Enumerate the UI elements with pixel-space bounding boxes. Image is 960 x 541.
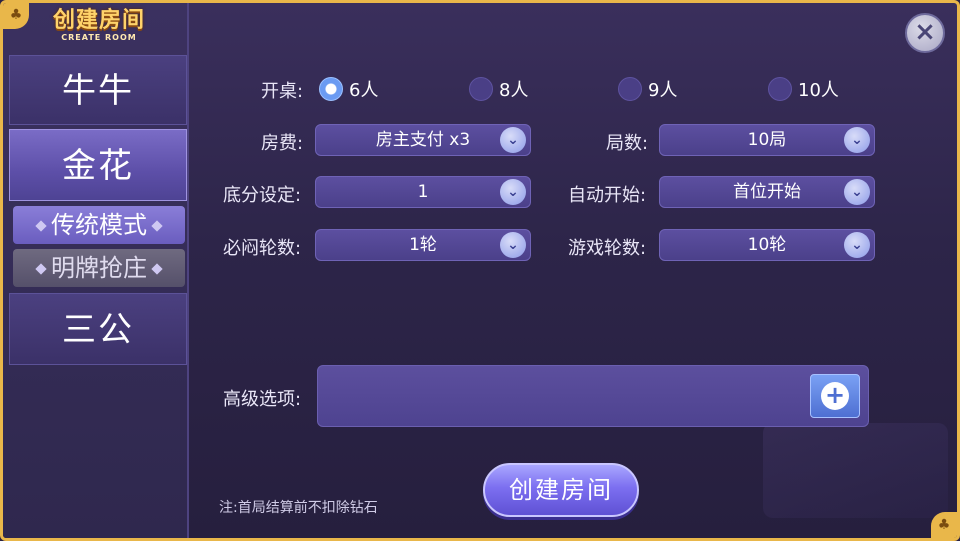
diamond-icon <box>35 263 47 275</box>
mode-sidebar: 创建房间 CREATE ROOM 牛牛 金花 传统模式 明牌抢庄 三公 <box>3 3 189 538</box>
chevron-down-icon: ⌄ <box>500 179 526 205</box>
chevron-down-icon: ⌄ <box>500 127 526 153</box>
select-value: 10轮 <box>747 235 787 255</box>
game-rounds-select[interactable]: 10轮 ⌄ <box>659 229 875 261</box>
seat-option-label: 6人 <box>349 80 379 101</box>
diamond-icon <box>151 220 163 232</box>
select-value: 房主支付 x3 <box>375 130 471 150</box>
chevron-down-icon: ⌄ <box>844 232 870 258</box>
tab-label: 金花 <box>62 146 134 186</box>
tab-niuniu[interactable]: 牛牛 <box>9 55 187 125</box>
sub-mode-label: 传统模式 <box>51 211 147 239</box>
close-icon: × <box>914 17 936 47</box>
select-value: 10局 <box>747 130 787 150</box>
advanced-options-label: 高级选项: <box>223 389 302 410</box>
auto-start-label: 自动开始: <box>568 185 647 206</box>
plus-icon: + <box>821 382 849 410</box>
chevron-down-icon: ⌄ <box>844 127 870 153</box>
tab-label: 三公 <box>62 310 134 350</box>
rounds-select[interactable]: 10局 ⌄ <box>659 124 875 156</box>
sub-mode-label: 明牌抢庄 <box>51 254 147 282</box>
radio-checked-icon <box>319 77 343 101</box>
decor-card <box>763 423 948 518</box>
tab-label: 牛牛 <box>62 71 134 111</box>
seat-option-label: 8人 <box>499 80 529 101</box>
base-score-label: 底分设定: <box>223 185 302 206</box>
base-score-select[interactable]: 1 ⌄ <box>315 176 531 208</box>
add-option-button[interactable]: + <box>810 374 860 418</box>
auto-start-select[interactable]: 首位开始 ⌄ <box>659 176 875 208</box>
radio-icon <box>768 77 792 101</box>
club-suit-icon: ♣ <box>931 512 957 538</box>
seat-option-8[interactable]: 8人 <box>469 76 528 102</box>
logo-title: 创建房间 <box>52 8 145 33</box>
room-fee-label: 房费: <box>261 133 304 154</box>
seat-option-9[interactable]: 9人 <box>618 76 677 102</box>
radio-icon <box>618 77 642 101</box>
diamond-note: 注:首局结算前不扣除钻石 <box>219 500 378 516</box>
select-value: 首位开始 <box>733 182 801 202</box>
diamond-icon <box>151 263 163 275</box>
advanced-options-box: + <box>317 365 869 427</box>
close-button[interactable]: × <box>905 13 945 53</box>
seat-option-6[interactable]: 6人 <box>319 76 378 102</box>
chevron-down-icon: ⌄ <box>844 179 870 205</box>
diamond-icon <box>35 220 47 232</box>
seat-option-10[interactable]: 10人 <box>768 76 839 102</box>
seat-option-label: 9人 <box>648 80 678 101</box>
tab-sangong[interactable]: 三公 <box>9 293 187 365</box>
rounds-label: 局数: <box>606 133 649 154</box>
radio-icon <box>469 77 493 101</box>
create-room-button[interactable]: 创建房间 <box>483 463 639 517</box>
select-value: 1轮 <box>409 235 437 255</box>
select-value: 1 <box>417 182 429 202</box>
game-rounds-label: 游戏轮数: <box>568 238 647 259</box>
create-room-dialog: 创建房间 CREATE ROOM 牛牛 金花 传统模式 明牌抢庄 三公 ♣ ♣ … <box>0 0 960 541</box>
must-blind-select[interactable]: 1轮 ⌄ <box>315 229 531 261</box>
room-fee-select[interactable]: 房主支付 x3 ⌄ <box>315 124 531 156</box>
seat-option-label: 10人 <box>798 80 839 101</box>
logo-subtitle: CREATE ROOM <box>61 33 137 42</box>
sub-mode-traditional[interactable]: 传统模式 <box>13 206 185 244</box>
create-room-logo: 创建房间 CREATE ROOM <box>49 9 149 51</box>
tab-jinhua[interactable]: 金花 <box>9 129 187 201</box>
chevron-down-icon: ⌄ <box>500 232 526 258</box>
must-blind-label: 必闷轮数: <box>223 238 302 259</box>
table-size-label: 开桌: <box>261 81 304 102</box>
sub-mode-open-card[interactable]: 明牌抢庄 <box>13 249 185 287</box>
